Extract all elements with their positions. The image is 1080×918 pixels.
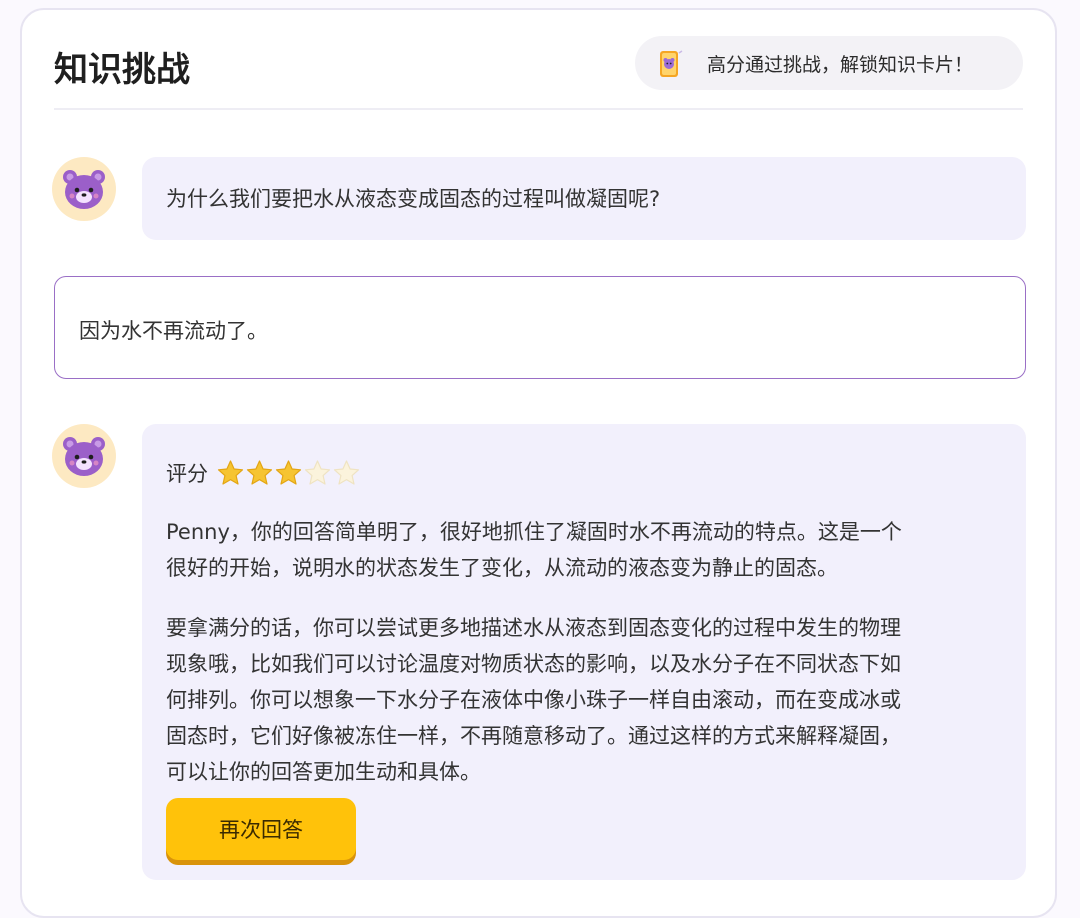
feedback-line: 可以让你的回答更加生动和具体。 — [166, 760, 481, 784]
bear-avatar — [52, 424, 116, 488]
page-title: 知识挑战 — [54, 50, 190, 90]
star-empty-icon — [333, 460, 360, 485]
star-filled-icon — [246, 460, 273, 485]
bear-avatar — [52, 157, 116, 221]
unlock-hint-text: 高分通过挑战，解锁知识卡片！ — [707, 53, 974, 76]
feedback-line: 很好的开始，说明水的状态发生了变化，从流动的液态变为静止的固态。 — [166, 556, 838, 580]
challenge-header: 知识挑战 高分通过挑战，解锁知识卡片！ — [54, 36, 1023, 110]
feedback-line: Penny，你的回答简单明了，很好地抓住了凝固时水不再流动的特点。这是一个 — [166, 520, 902, 544]
question-bubble: 为什么我们要把水从液态变成固态的过程叫做凝固呢? — [142, 157, 1026, 240]
score-row: 评分 — [166, 458, 361, 488]
star-filled-icon — [217, 460, 244, 485]
feedback-paragraph-1: Penny，你的回答简单明了，很好地抓住了凝固时水不再流动的特点。这是一个 很好… — [166, 514, 1006, 586]
feedback-paragraph-2: 要拿满分的话，你可以尝试更多地描述水从液态到固态变化的过程中发生的物理 现象哦，… — [166, 610, 1006, 790]
answer-text: 因为水不再流动了。 — [79, 319, 268, 343]
knowledge-card-icon — [659, 49, 683, 77]
score-label: 评分 — [166, 462, 208, 486]
feedback-line: 要拿满分的话，你可以尝试更多地描述水从液态到固态变化的过程中发生的物理 — [166, 616, 901, 640]
star-empty-icon — [304, 460, 331, 485]
feedback-line: 固态时，它们好像被冻住一样，不再随意移动了。通过这样的方式来解释凝固， — [166, 724, 901, 748]
question-text: 为什么我们要把水从液态变成固态的过程叫做凝固呢? — [166, 187, 661, 211]
unlock-hint-badge: 高分通过挑战，解锁知识卡片！ — [635, 36, 1023, 90]
feedback-line: 何排列。你可以想象一下水分子在液体中像小珠子一样自由滚动，而在变成冰或 — [166, 688, 901, 712]
feedback-line: 现象哦，比如我们可以讨论温度对物质状态的影响，以及水分子在不同状态下如 — [166, 652, 901, 676]
challenge-card: 知识挑战 高分通过挑战，解锁知识卡片！ 为什么我们要把水从液态变成固态的过程叫做… — [20, 8, 1057, 918]
answer-input[interactable]: 因为水不再流动了。 — [54, 276, 1026, 379]
purple-bear-icon — [63, 437, 105, 476]
purple-bear-icon — [63, 170, 105, 209]
score-stars — [216, 459, 361, 487]
retry-answer-button[interactable]: 再次回答 — [166, 798, 356, 860]
feedback-bubble: 评分 Penny，你的回答简单明了，很好地抓住了凝固时水不再流动的特点。这是一个… — [142, 424, 1026, 880]
star-filled-icon — [275, 460, 302, 485]
